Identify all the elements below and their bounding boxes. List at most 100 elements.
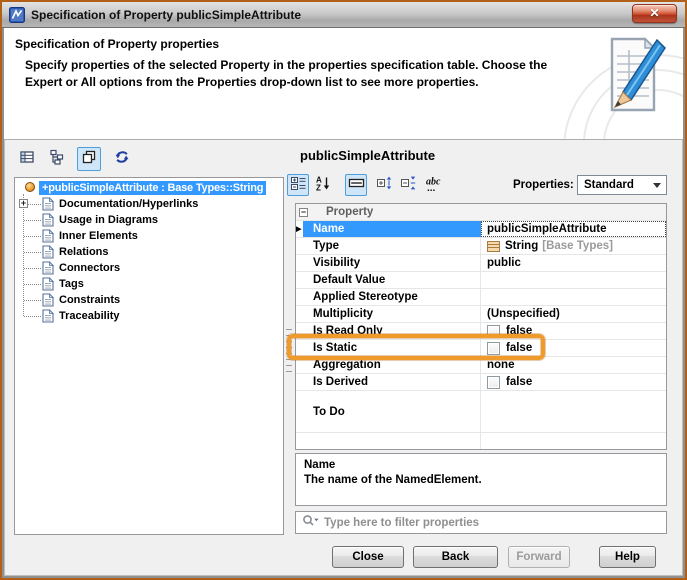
property-value — [481, 391, 666, 432]
tree-connector-stub — [24, 268, 41, 269]
property-value: (Unspecified) — [481, 306, 666, 322]
banner-description: Specify properties of the selected Prope… — [25, 57, 600, 91]
property-row-aggregation[interactable]: Aggregation none — [296, 357, 666, 374]
expand-all-icon — [376, 175, 393, 196]
banner-description-line1: Specify properties of the selected Prope… — [25, 58, 548, 72]
property-row-is-derived[interactable]: Is Derived false — [296, 374, 666, 391]
show-description-button[interactable] — [345, 174, 367, 196]
property-label: Name — [303, 221, 481, 237]
property-label: Type — [303, 238, 481, 254]
checkbox-unchecked[interactable] — [487, 341, 500, 355]
row-gutter — [296, 340, 303, 356]
element-tree[interactable]: +publicSimpleAttribute : Base Types::Str… — [14, 177, 284, 535]
row-gutter — [296, 306, 303, 322]
value-text: public — [487, 257, 521, 269]
property-value — [481, 289, 666, 305]
value-text: publicSimpleAttribute — [487, 223, 607, 235]
property-row-applied-stereotype[interactable]: Applied Stereotype — [296, 289, 666, 306]
abbreviate-text-button[interactable]: abc... — [424, 174, 446, 196]
tree-view-button[interactable] — [45, 147, 69, 171]
property-label: Aggregation — [303, 357, 481, 373]
collapse-icon[interactable]: − — [299, 208, 308, 217]
property-value — [481, 272, 666, 288]
tree-item-tags[interactable]: Tags — [15, 276, 283, 292]
tree-item-traceability[interactable]: Traceability — [15, 308, 283, 324]
table-filler-row — [296, 433, 666, 449]
property-row-name[interactable]: ▶ Name publicSimpleAttribute — [296, 221, 666, 238]
sort-alphabetic-icon: AZ — [315, 175, 331, 196]
svg-text:...: ... — [427, 183, 436, 191]
property-row-visibility[interactable]: Visibility public — [296, 255, 666, 272]
property-row-type[interactable]: Type String [Base Types] — [296, 238, 666, 255]
property-row-to-do[interactable]: To Do — [296, 391, 666, 433]
title-bar[interactable]: Specification of Property publicSimpleAt… — [2, 2, 685, 28]
close-button[interactable]: Close — [332, 546, 404, 568]
property-row-multiplicity[interactable]: Multiplicity (Unspecified) — [296, 306, 666, 323]
filter-placeholder: Type here to filter properties — [324, 516, 480, 529]
property-label: Multiplicity — [303, 306, 481, 322]
document-icon — [42, 293, 54, 307]
row-gutter — [296, 272, 303, 288]
abbreviate-text-icon: abc... — [425, 175, 446, 196]
row-gutter — [296, 255, 303, 271]
tree-item-connectors[interactable]: Connectors — [15, 260, 283, 276]
datatype-icon — [487, 240, 500, 252]
properties-dropdown-label: Properties: — [513, 179, 574, 191]
row-gutter — [296, 357, 303, 373]
refresh-button[interactable] — [110, 147, 134, 171]
collapse-all-icon — [400, 175, 417, 196]
dialog-banner: Specification of Property properties Spe… — [4, 28, 683, 140]
chevron-down-icon — [653, 183, 661, 188]
tree-item-publicsimpleattribute-base-types-string[interactable]: +publicSimpleAttribute : Base Types::Str… — [15, 180, 283, 196]
collapse-all-button[interactable] — [397, 174, 419, 196]
table-view-button[interactable] — [15, 147, 39, 171]
row-gutter — [296, 289, 303, 305]
checkbox-unchecked[interactable] — [487, 375, 500, 389]
sort-alphabetic-button[interactable]: AZ — [312, 174, 334, 196]
banner-title: Specification of Property properties — [15, 37, 220, 51]
search-icon — [302, 514, 319, 532]
property-description-text: The name of the NamedElement. — [304, 474, 482, 486]
property-value: false — [481, 340, 666, 356]
help-button[interactable]: Help — [599, 546, 656, 568]
categorized-view-button[interactable] — [287, 174, 309, 196]
property-label: Is Read Only — [303, 323, 481, 339]
tree-item-constraints[interactable]: Constraints — [15, 292, 283, 308]
type-package: [Base Types] — [542, 240, 613, 252]
tree-connector-stub — [24, 284, 41, 285]
expand-all-button[interactable] — [373, 174, 395, 196]
tree-item-usage-in-diagrams[interactable]: Usage in Diagrams — [15, 212, 283, 228]
back-button[interactable]: Back — [413, 546, 498, 568]
tree-item-label: Inner Elements — [59, 230, 138, 242]
splitter-handle[interactable] — [286, 329, 292, 375]
tree-item-label: Traceability — [59, 310, 120, 322]
properties-mode-select[interactable]: Standard — [577, 175, 667, 195]
property-row-default-value[interactable]: Default Value — [296, 272, 666, 289]
filler-value-cell — [481, 433, 666, 449]
property-row-is-read-only[interactable]: Is Read Only false — [296, 323, 666, 340]
show-description-icon — [348, 175, 365, 196]
standalone-window-button[interactable] — [77, 147, 101, 171]
property-specification-table[interactable]: − Property ▶ Name publicSimpleAttribute Type S… — [295, 203, 667, 450]
property-group-row[interactable]: − Property — [296, 204, 666, 221]
filler-label-cell — [303, 433, 481, 449]
property-label: Default Value — [303, 272, 481, 288]
property-label: Visibility — [303, 255, 481, 271]
checkbox-unchecked[interactable] — [487, 324, 500, 338]
property-value: public — [481, 255, 666, 271]
filter-field[interactable]: Type here to filter properties — [295, 511, 667, 534]
banner-description-line2: Expert or All options from the Propertie… — [25, 75, 479, 89]
close-button[interactable]: ✕ — [632, 4, 677, 23]
row-gutter — [296, 323, 303, 339]
tree-item-relations[interactable]: Relations — [15, 244, 283, 260]
expand-icon[interactable]: + — [19, 199, 28, 208]
property-value-editor[interactable]: publicSimpleAttribute — [481, 221, 666, 237]
tree-item-label: Usage in Diagrams — [59, 214, 159, 226]
tree-connector-stub — [24, 220, 41, 221]
tree-item-documentation-hyperlinks[interactable]: + Documentation/Hyperlinks — [15, 196, 283, 212]
tree-item-inner-elements[interactable]: Inner Elements — [15, 228, 283, 244]
window-title: Specification of Property publicSimpleAt… — [31, 7, 302, 22]
property-row-is-static[interactable]: Is Static false — [296, 340, 666, 357]
property-value: false — [481, 374, 666, 390]
checkbox-label: false — [506, 342, 533, 354]
